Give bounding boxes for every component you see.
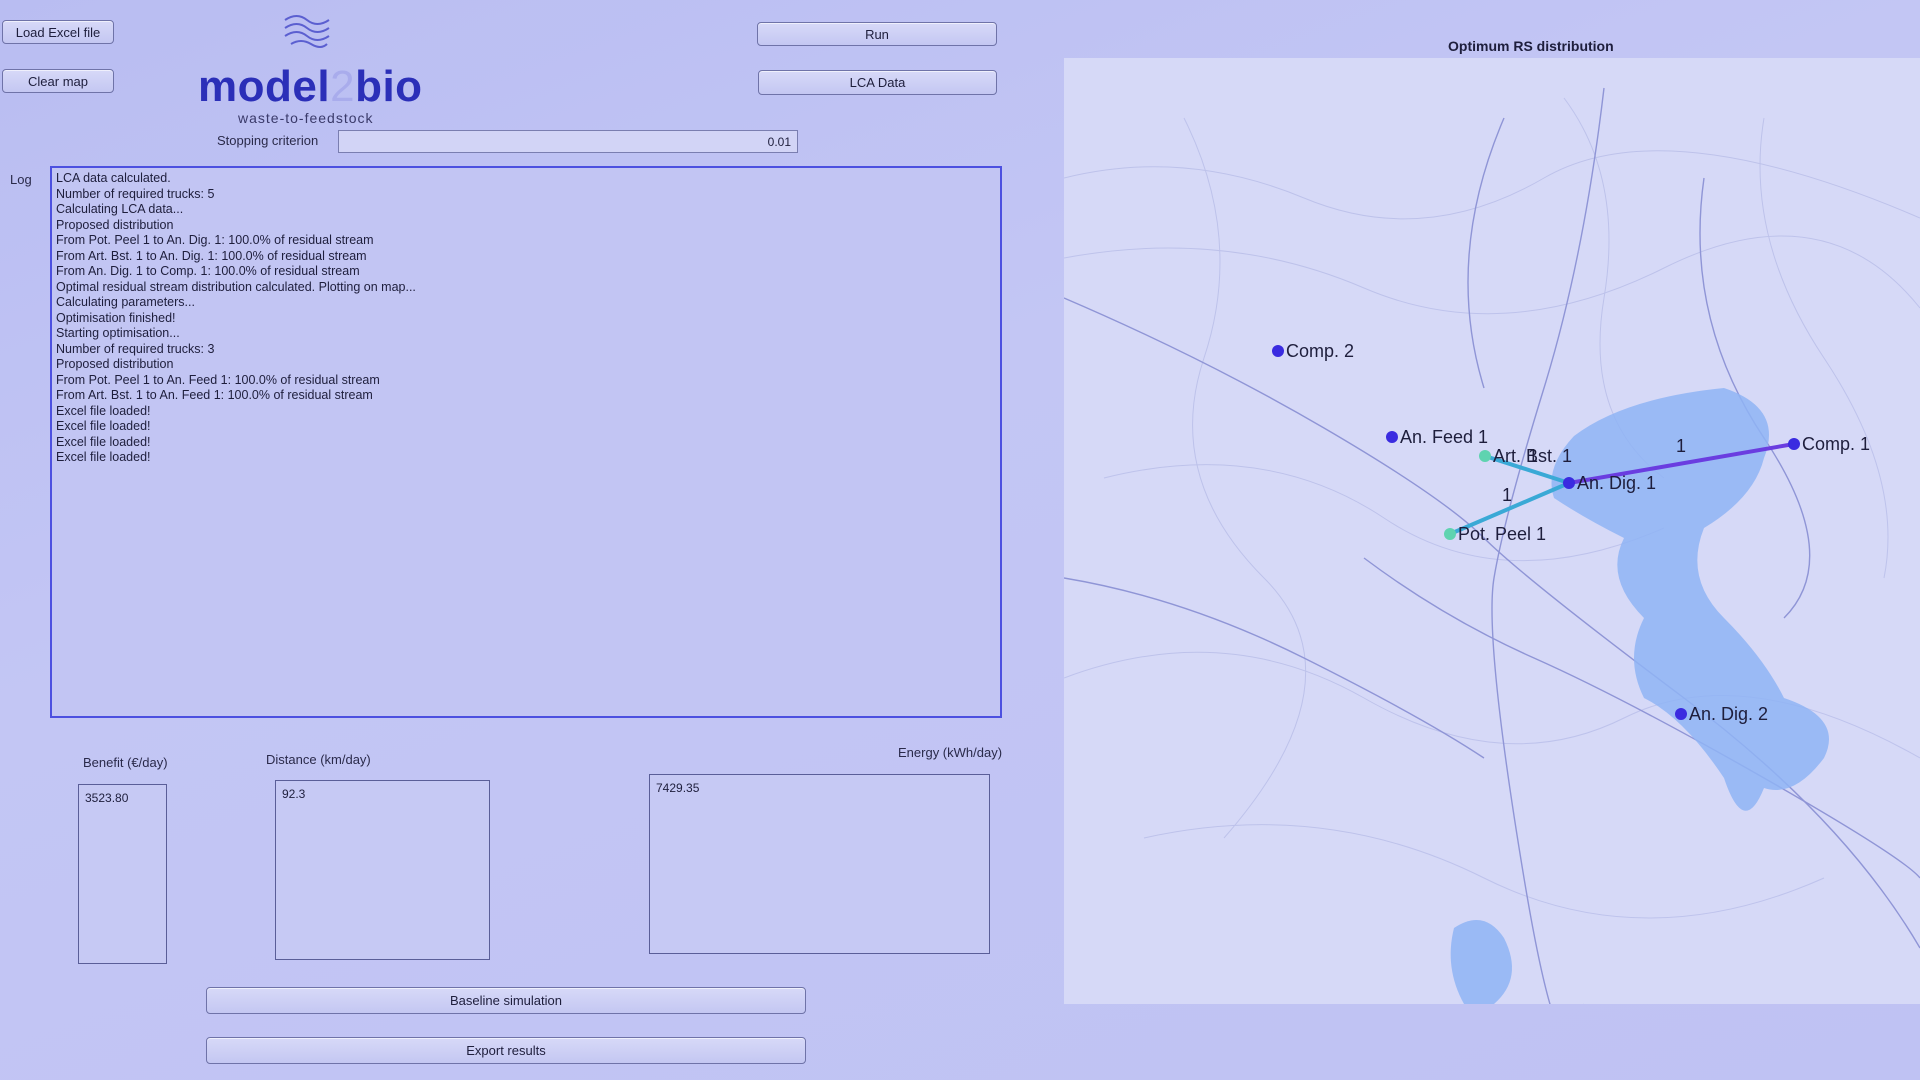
node-comp1-label: Comp. 1 (1802, 434, 1870, 454)
lca-data-button[interactable]: LCA Data (758, 70, 997, 95)
log-line: Number of required trucks: 5 (56, 186, 215, 201)
stopping-criterion-label: Stopping criterion (217, 133, 319, 148)
log-line: Number of required trucks: 3 (56, 341, 215, 356)
log-line: From Pot. Peel 1 to An. Dig. 1: 100.0% o… (56, 233, 374, 247)
stopping-criterion-input[interactable]: 0.01 (338, 130, 798, 153)
export-results-button[interactable]: Export results (206, 1037, 806, 1064)
edge-label-peel-dig: 1 (1502, 485, 1512, 505)
node-artbst1-label: Art. Bst. 1 (1493, 446, 1572, 466)
run-button[interactable]: Run (757, 22, 997, 46)
log-line: Starting optimisation... (56, 326, 180, 340)
node-potpeel1-marker[interactable] (1444, 528, 1456, 540)
node-andig2-marker[interactable] (1675, 708, 1687, 720)
log-line: Optimisation finished! (56, 310, 176, 325)
node-comp2-label: Comp. 2 (1286, 341, 1354, 361)
benefit-output: 3523.80 (78, 784, 167, 964)
distance-label: Distance (km/day) (266, 752, 371, 767)
log-line: Calculating LCA data... (56, 202, 184, 216)
distance-output: 92.3 (275, 780, 490, 960)
log-line: Proposed distribution (56, 217, 174, 232)
logo-tagline: waste-to-feedstock (238, 110, 374, 126)
benefit-label: Benefit (€/day) (83, 755, 168, 770)
node-comp2-marker[interactable] (1272, 345, 1284, 357)
log-line: Excel file loaded! (56, 419, 151, 433)
log-line: From An. Dig. 1 to Comp. 1: 100.0% of re… (56, 264, 360, 278)
log-line: From Art. Bst. 1 to An. Dig. 1: 100.0% o… (56, 248, 367, 263)
node-comp1-marker[interactable] (1788, 438, 1800, 450)
node-andig2-label: An. Dig. 2 (1689, 704, 1768, 724)
log-line: Excel file loaded! (56, 403, 151, 418)
node-anfeed1-label: An. Feed 1 (1400, 427, 1488, 447)
terrain-texture (1064, 97, 1920, 919)
clear-map-button[interactable]: Clear map (2, 69, 114, 93)
node-potpeel1-label: Pot. Peel 1 (1458, 524, 1546, 544)
node-artbst1-marker[interactable] (1479, 450, 1491, 462)
load-excel-button[interactable]: Load Excel file (2, 20, 114, 44)
log-label: Log (10, 172, 32, 187)
edge-label-dig-comp: 1 (1676, 436, 1686, 456)
road-lines (1064, 87, 1920, 1004)
map-title: Optimum RS distribution (1448, 38, 1614, 54)
node-anfeed1-marker[interactable] (1386, 431, 1398, 443)
log-line: Excel file loaded! (56, 434, 151, 449)
log-line: Excel file loaded! (56, 450, 151, 464)
log-textarea[interactable]: LCA data calculated. Number of required t… (50, 166, 1002, 718)
logo-text-model: model (198, 62, 331, 111)
node-andig1-marker[interactable] (1563, 477, 1575, 489)
energy-label: Energy (kWh/day) (898, 745, 1003, 760)
baseline-simulation-button[interactable]: Baseline simulation (206, 987, 806, 1014)
waves-logo-icon (284, 15, 330, 48)
log-line: LCA data calculated. (56, 171, 171, 185)
energy-output: 7429.35 (649, 774, 990, 954)
log-line: From Pot. Peel 1 to An. Feed 1: 100.0% o… (56, 372, 380, 387)
node-andig1-label: An. Dig. 1 (1577, 473, 1656, 493)
map-canvas[interactable]: 1 1 1 Comp. 2 An. Feed 1 Art. Bst. 1 An.… (1064, 58, 1920, 1004)
logo-text-2: 2 (330, 62, 356, 111)
log-line: Optimal residual stream distribution cal… (56, 279, 416, 294)
logo-text-bio: bio (355, 62, 423, 111)
log-line: From Art. Bst. 1 to An. Feed 1: 100.0% o… (56, 388, 373, 402)
model2bio-logo: model2bio waste-to-feedstock (198, 10, 448, 126)
map-nodes[interactable]: Comp. 2 An. Feed 1 Art. Bst. 1 An. Dig. … (1272, 341, 1870, 724)
log-line: Calculating parameters... (56, 295, 195, 309)
log-line: Proposed distribution (56, 357, 174, 371)
logo-wordmark: model2bio (198, 62, 423, 112)
map-panel[interactable]: 1 1 1 Comp. 2 An. Feed 1 Art. Bst. 1 An.… (1064, 58, 1920, 1004)
